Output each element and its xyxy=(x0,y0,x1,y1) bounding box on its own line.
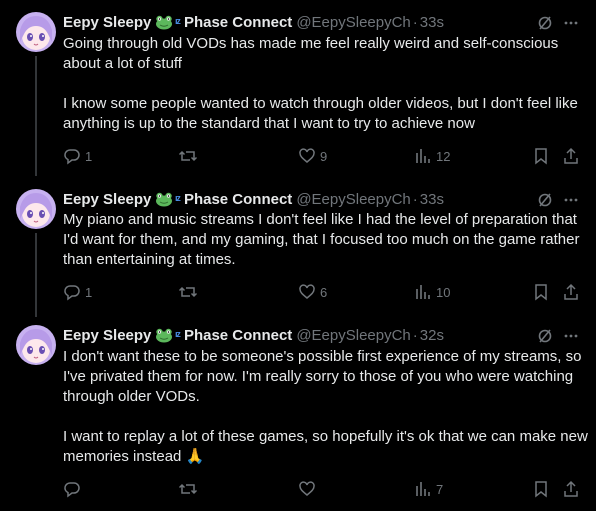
tweet-text-content: I don't want these to be someone's possi… xyxy=(63,348,588,465)
avatar[interactable] xyxy=(16,325,56,365)
grok-icon[interactable] xyxy=(537,15,553,36)
frog-emoji-icon xyxy=(155,191,173,207)
tweet-header: Eepy Sleepy ᶦᶻ Phase Connect @EepySleepy… xyxy=(63,325,444,345)
retweet-button[interactable] xyxy=(178,479,202,499)
avatar[interactable] xyxy=(16,12,56,52)
tweet-header: Eepy Sleepy ᶦᶻ Phase Connect @EepySleepy… xyxy=(63,189,444,209)
affiliation-label[interactable]: Phase Connect xyxy=(184,327,292,344)
reply-icon xyxy=(63,283,81,301)
display-name[interactable]: Eepy Sleepy xyxy=(63,327,151,344)
reply-icon xyxy=(63,147,81,165)
retweet-icon xyxy=(178,480,198,498)
handle[interactable]: @EepySleepyCh xyxy=(296,191,410,208)
views-button[interactable]: 10 xyxy=(414,282,450,302)
grok-icon[interactable] xyxy=(537,328,553,349)
action-bar: 1 9 12 xyxy=(0,146,596,166)
avatar[interactable] xyxy=(16,189,56,229)
affiliation-label[interactable]: Phase Connect xyxy=(184,191,292,208)
share-icon xyxy=(563,480,579,498)
display-name[interactable]: Eepy Sleepy xyxy=(63,191,151,208)
tweet-text: My piano and music streams I don't feel … xyxy=(63,210,588,270)
timestamp[interactable]: 33s xyxy=(420,191,444,208)
tweet[interactable]: Eepy Sleepy ᶦᶻ Phase Connect @EepySleepy… xyxy=(0,189,596,317)
views-button[interactable]: 7 xyxy=(414,479,443,499)
display-name[interactable]: Eepy Sleepy xyxy=(63,14,151,31)
bookmark-button[interactable] xyxy=(533,146,549,166)
retweet-button[interactable] xyxy=(178,282,202,302)
more-icon[interactable] xyxy=(563,328,579,349)
like-button[interactable]: 9 xyxy=(298,146,327,166)
views-count: 10 xyxy=(436,284,451,300)
bookmark-button[interactable] xyxy=(533,479,549,499)
retweet-button[interactable] xyxy=(178,146,202,166)
action-bar: 7 xyxy=(0,479,596,499)
frog-emoji-icon xyxy=(155,14,173,30)
share-icon xyxy=(563,283,579,301)
like-count: 9 xyxy=(320,148,328,164)
reply-count: 1 xyxy=(85,148,93,164)
bookmark-icon xyxy=(533,147,549,165)
zzz-emoji-icon: ᶦᶻ xyxy=(175,327,180,343)
tweet-text: Going through old VODs has made me feel … xyxy=(63,34,588,134)
tweet[interactable]: Eepy Sleepy ᶦᶻ Phase Connect @EepySleepy… xyxy=(0,12,596,176)
timestamp[interactable]: 32s xyxy=(420,327,444,344)
reply-button[interactable] xyxy=(63,479,85,499)
zzz-emoji-icon: ᶦᶻ xyxy=(175,14,180,30)
reply-icon xyxy=(63,480,81,498)
reply-count: 1 xyxy=(85,284,93,300)
views-icon xyxy=(414,147,432,165)
tweet-header: Eepy Sleepy ᶦᶻ Phase Connect @EepySleepy… xyxy=(63,12,444,32)
views-icon xyxy=(414,480,432,498)
separator-dot: · xyxy=(412,326,418,344)
tweet-text: I don't want these to be someone's possi… xyxy=(63,347,588,467)
zzz-emoji-icon: ᶦᶻ xyxy=(175,191,180,207)
views-button[interactable]: 12 xyxy=(414,146,450,166)
like-count: 6 xyxy=(320,284,328,300)
tweet[interactable]: Eepy Sleepy ᶦᶻ Phase Connect @EepySleepy… xyxy=(0,325,596,505)
retweet-icon xyxy=(178,283,198,301)
heart-icon xyxy=(298,480,316,498)
like-button[interactable] xyxy=(298,479,320,499)
like-button[interactable]: 6 xyxy=(298,282,327,302)
share-icon xyxy=(563,147,579,165)
views-icon xyxy=(414,283,432,301)
tweet-text-content: My piano and music streams I don't feel … xyxy=(63,211,584,268)
tweet-text-content: Going through old VODs has made me feel … xyxy=(63,35,578,132)
thread-line xyxy=(35,233,37,317)
bookmark-button[interactable] xyxy=(533,282,549,302)
separator-dot: · xyxy=(412,13,418,31)
handle[interactable]: @EepySleepyCh xyxy=(296,327,410,344)
share-button[interactable] xyxy=(563,146,579,166)
views-count: 12 xyxy=(436,148,451,164)
timestamp[interactable]: 33s xyxy=(420,14,444,31)
reply-button[interactable]: 1 xyxy=(63,282,92,302)
handle[interactable]: @EepySleepyCh xyxy=(296,14,410,31)
views-count: 7 xyxy=(436,481,444,497)
separator-dot: · xyxy=(412,190,418,208)
reply-button[interactable]: 1 xyxy=(63,146,92,166)
share-button[interactable] xyxy=(563,479,579,499)
bookmark-icon xyxy=(533,283,549,301)
affiliation-label[interactable]: Phase Connect xyxy=(184,14,292,31)
heart-icon xyxy=(298,283,316,301)
share-button[interactable] xyxy=(563,282,579,302)
action-bar: 1 6 10 xyxy=(0,282,596,302)
bookmark-icon xyxy=(533,480,549,498)
frog-emoji-icon xyxy=(155,327,173,343)
heart-icon xyxy=(298,147,316,165)
retweet-icon xyxy=(178,147,198,165)
more-icon[interactable] xyxy=(563,15,579,36)
